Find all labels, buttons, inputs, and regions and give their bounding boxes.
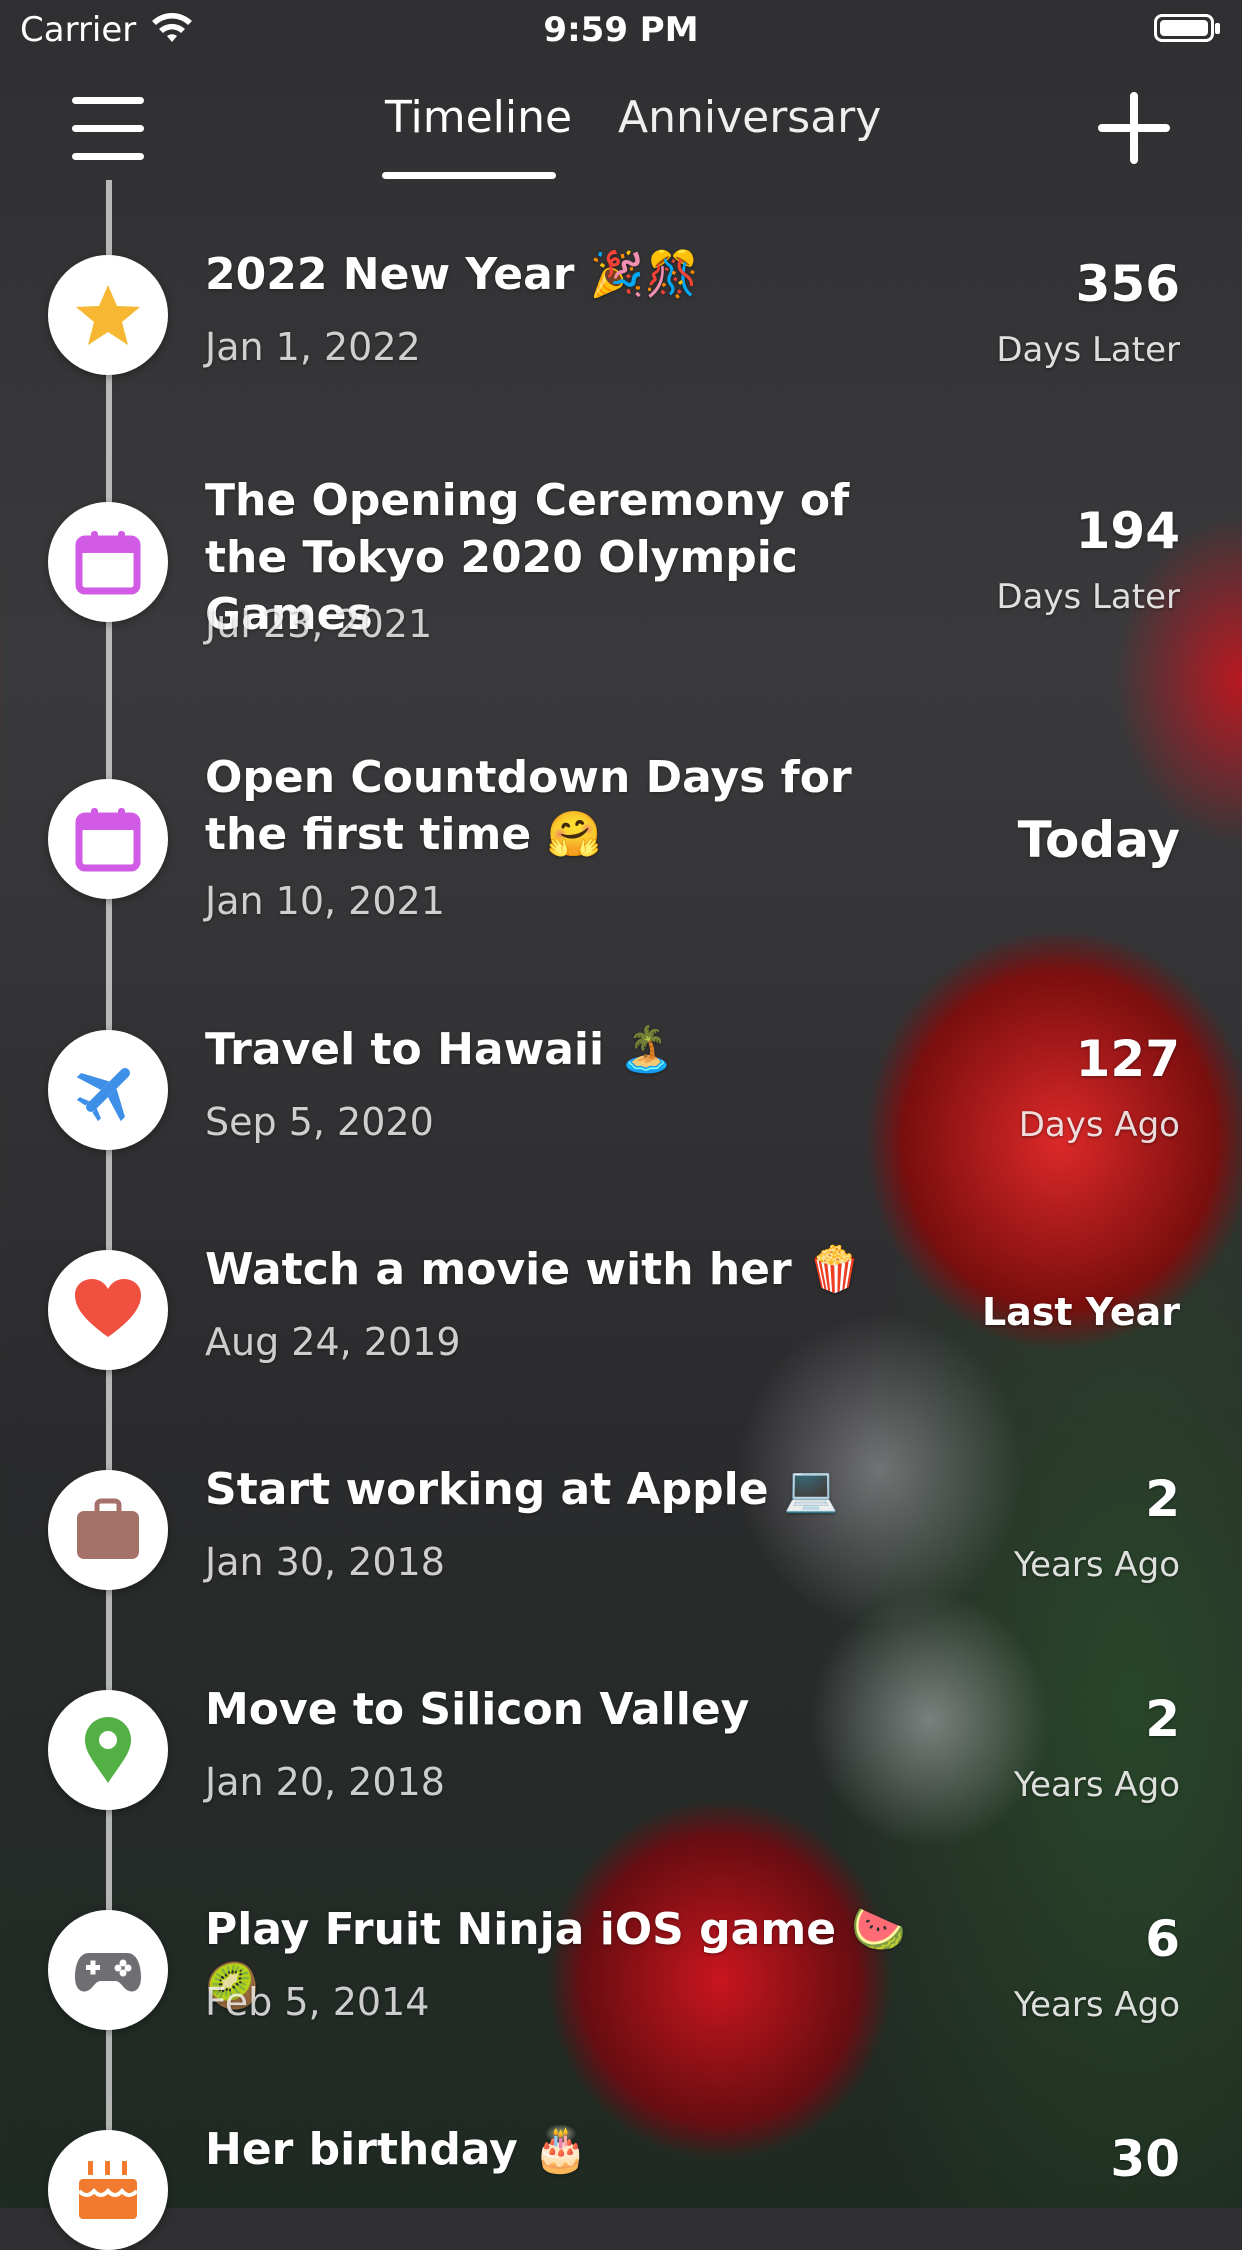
event-title: Open Countdown Days for the first time 🤗 — [205, 752, 852, 860]
event-title: 2022 New Year 🎉🎊 — [205, 249, 700, 300]
event-count: 6 — [1145, 1910, 1180, 1968]
status-bar: Carrier 9:59 PM — [0, 0, 1242, 62]
event-title: Start working at Apple 💻 — [205, 1464, 839, 1515]
event-date: Sep 5, 2020 — [205, 1100, 434, 1144]
event-date: Jan 10, 2021 — [205, 879, 445, 923]
event-count-unit: Years Ago — [1013, 1545, 1180, 1585]
event-icon-badge — [48, 502, 168, 622]
clock: 9:59 PM — [543, 10, 699, 50]
gamepad-icon — [75, 1953, 141, 1992]
event-count: 2 — [1145, 1470, 1180, 1528]
event-date: Jan 1, 2022 — [205, 325, 421, 369]
event-date: Jul 23, 2021 — [205, 602, 433, 646]
event-icon-badge — [48, 255, 168, 375]
event-count: 356 — [1075, 255, 1180, 313]
event-icon-badge — [48, 1910, 168, 2030]
event-count: Last Year — [981, 1290, 1180, 1334]
event-title: Watch a movie with her 🍿 — [205, 1244, 862, 1295]
event-icon-badge — [48, 1690, 168, 1810]
event-icon-badge — [48, 1250, 168, 1370]
event-icon-badge — [48, 1470, 168, 1590]
event-title: Travel to Hawaii 🏝️ — [205, 1024, 675, 1075]
battery-icon — [1154, 14, 1214, 42]
event-count-unit: Days Ago — [1018, 1105, 1180, 1145]
star-icon — [76, 285, 140, 345]
hamburger-menu-icon[interactable] — [72, 97, 144, 161]
event-date: Feb 5, 2014 — [205, 1980, 430, 2024]
heart-icon — [75, 1279, 141, 1337]
event-title: Move to Silicon Valley — [205, 1684, 750, 1735]
event-title: Her birthday 🎂 — [205, 2124, 588, 2175]
event-count: 30 — [1110, 2130, 1180, 2188]
event-count-unit: Days Later — [996, 577, 1180, 617]
event-count: 2 — [1145, 1690, 1180, 1748]
event-date: Jan 30, 2018 — [205, 1540, 445, 1584]
briefcase-icon — [77, 1498, 139, 1559]
event-icon-badge — [48, 779, 168, 899]
event-icon-badge — [48, 1030, 168, 1150]
calendar-icon — [75, 808, 141, 872]
event-date: Jan 20, 2018 — [205, 1760, 445, 1804]
battery-nub — [1215, 23, 1220, 34]
event-date: Aug 24, 2019 — [205, 1320, 461, 1364]
event-count: Today — [1017, 811, 1180, 869]
location-pin-icon — [85, 1717, 131, 1783]
event-count-unit: Days Later — [996, 330, 1180, 370]
birthday-cake-icon — [77, 2161, 139, 2219]
top-navigation: Timeline Anniversary — [0, 62, 1242, 192]
airplane-icon — [76, 1068, 130, 1122]
active-tab-indicator — [382, 172, 556, 179]
event-count: 127 — [1075, 1030, 1180, 1088]
event-count-unit: Years Ago — [1013, 1985, 1180, 2025]
plus-icon[interactable] — [1098, 92, 1170, 164]
tab-timeline[interactable]: Timeline — [385, 92, 572, 143]
event-icon-badge — [48, 2130, 168, 2250]
event-count-unit: Years Ago — [1013, 1765, 1180, 1805]
calendar-icon — [75, 531, 141, 595]
event-count: 194 — [1075, 502, 1180, 560]
tab-anniversary[interactable]: Anniversary — [618, 92, 881, 143]
